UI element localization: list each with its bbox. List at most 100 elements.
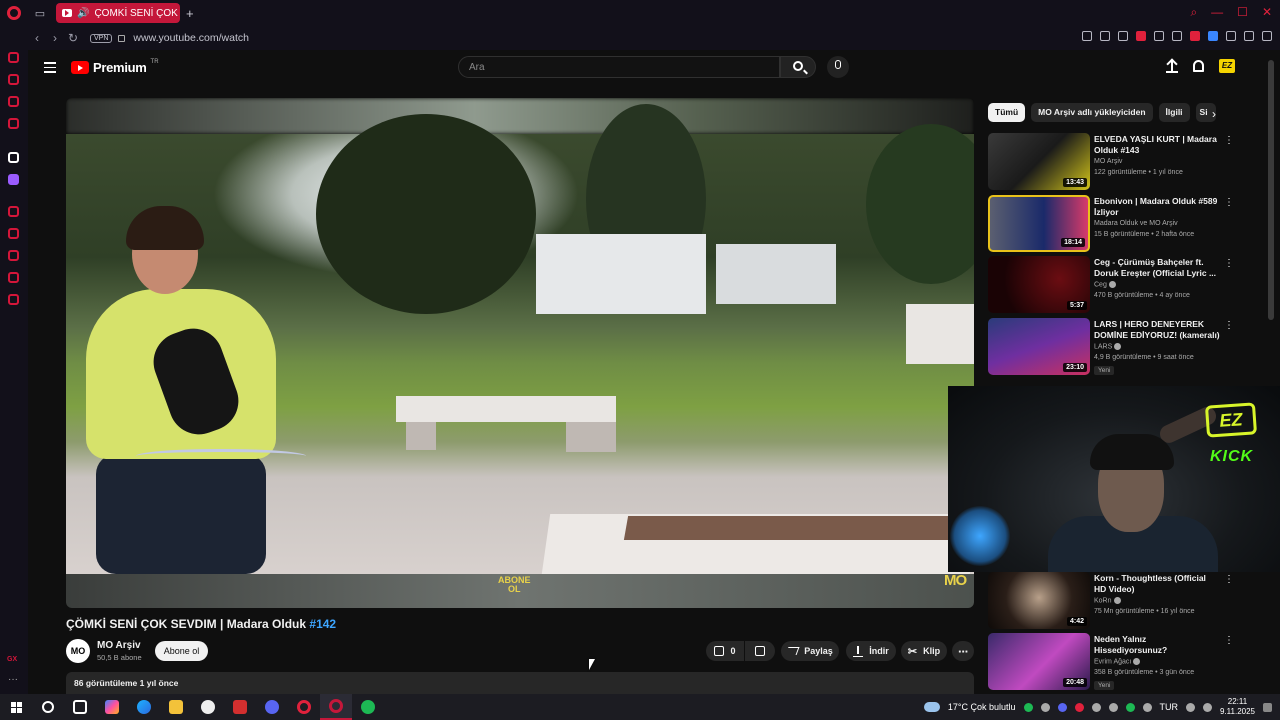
sidebar-settings-icon[interactable]	[8, 294, 19, 305]
page-scrollbar[interactable]	[1268, 60, 1274, 320]
tray-app-icon[interactable]	[1091, 702, 1101, 712]
search-tabs-icon[interactable]: ⌕	[1190, 5, 1197, 20]
extensions-icon[interactable]	[1226, 31, 1236, 41]
menu-icon[interactable]	[1262, 31, 1272, 41]
minimize-button[interactable]: —	[1211, 5, 1223, 20]
download-icon[interactable]	[1244, 31, 1254, 41]
download-button[interactable]: İndir	[846, 641, 896, 661]
opera-icon[interactable]	[288, 694, 320, 720]
clock[interactable]: 22:11 9.11.2025	[1220, 697, 1255, 717]
notifications-bell-icon[interactable]	[1193, 60, 1204, 72]
file-explorer-icon[interactable]	[160, 694, 192, 720]
tray-nvidia-icon[interactable]	[1125, 702, 1135, 712]
new-tab-button[interactable]: +	[186, 6, 194, 21]
more-actions-button[interactable]: ···	[952, 641, 974, 661]
cloud-icon[interactable]	[923, 702, 940, 712]
search-input[interactable]	[459, 57, 779, 78]
recommendation-item[interactable]: 5:37 Ceg - Çürümüş Bahçeler ft. Doruk Er…	[988, 256, 1238, 314]
gx-logo-icon[interactable]: GX	[7, 656, 17, 663]
recommendation-channel[interactable]: Evrim Ağacı	[1094, 658, 1131, 665]
sidebar-news-icon[interactable]	[8, 118, 19, 129]
pin-icon[interactable]	[1100, 31, 1110, 41]
steam-icon[interactable]	[192, 694, 224, 720]
more-vertical-icon[interactable]: ⋮	[1224, 197, 1234, 208]
recommendation-thumbnail[interactable]: 4:42	[988, 572, 1090, 629]
opera-gx-icon[interactable]	[320, 694, 352, 720]
share-button[interactable]: Paylaş	[781, 641, 839, 661]
subscribe-button[interactable]: Abone ol	[155, 641, 208, 661]
opera-logo-icon[interactable]	[0, 0, 28, 26]
recommendation-title[interactable]: Ebonivon | Madara Olduk #589 İzliyor	[1094, 196, 1220, 218]
more-vertical-icon[interactable]: ⋮	[1224, 135, 1234, 146]
like-button[interactable]: 0	[706, 641, 744, 661]
recommendation-channel[interactable]: Madara Olduk ve MO Arşiv	[1094, 220, 1178, 227]
more-vertical-icon[interactable]: ⋮	[1224, 258, 1234, 269]
channel-name[interactable]: MO Arşiv	[97, 640, 141, 651]
sidebar-bag-icon[interactable]	[8, 74, 19, 85]
channel-avatar[interactable]: MO	[66, 639, 90, 663]
task-view-icon[interactable]	[64, 694, 96, 720]
volume-icon[interactable]	[1203, 702, 1212, 712]
speaker-icon[interactable]: 🔊	[77, 8, 89, 19]
recommendation-item[interactable]: 20:48 Neden Yalnız Hissediyorsunuz? Evri…	[988, 633, 1238, 691]
hamburger-menu-icon[interactable]	[44, 62, 56, 76]
zoom-icon[interactable]	[1082, 31, 1092, 41]
recommendation-title[interactable]: LARS | HERO DENEYEREK DOMİNE EDİYORUZ! (…	[1094, 319, 1220, 341]
upload-icon[interactable]	[1166, 59, 1178, 73]
translate-icon[interactable]	[1208, 31, 1218, 41]
maximize-button[interactable]: ☐	[1237, 5, 1248, 20]
recommendation-title[interactable]: Ceg - Çürümüş Bahçeler ft. Doruk Ereşter…	[1094, 257, 1220, 279]
sidebar-twitch-icon[interactable]	[8, 174, 19, 185]
spotify-icon[interactable]	[352, 694, 384, 720]
copilot-icon[interactable]	[96, 694, 128, 720]
recommendation-thumbnail[interactable]: 13:43	[988, 133, 1090, 190]
tray-discord-icon[interactable]	[1057, 702, 1067, 712]
chip-from-uploader[interactable]: MO Arşiv adlı yükleyiciden	[1031, 103, 1153, 122]
forward-icon[interactable]: ›	[46, 31, 64, 45]
voicemod-icon[interactable]	[224, 694, 256, 720]
tab-island-icon[interactable]: ▭	[28, 7, 52, 20]
clip-button[interactable]: ✂ Klip	[901, 641, 947, 661]
more-vertical-icon[interactable]: ⋮	[1224, 320, 1234, 331]
video-hashtag[interactable]: #142	[309, 617, 336, 631]
recommendation-title[interactable]: Korn - Thoughtless (Official HD Video)	[1094, 573, 1220, 595]
lock-icon[interactable]	[118, 34, 126, 42]
recommendation-item[interactable]: 23:10 LARS | HERO DENEYEREK DOMİNE EDİYO…	[988, 318, 1238, 382]
reload-icon[interactable]: ↻	[64, 31, 82, 45]
sidebar-history-icon[interactable]	[8, 250, 19, 261]
youtube-logo[interactable]: Premium TR	[71, 59, 159, 75]
chip-all[interactable]: Tümü	[988, 103, 1026, 122]
chip-related[interactable]: İlgili	[1158, 103, 1190, 122]
browser-tab-active[interactable]: 🔊 ÇOMKİ SENİ ÇOK SEV	[56, 3, 180, 23]
search-button[interactable]	[780, 56, 816, 78]
recommendation-channel[interactable]: Ceg	[1094, 281, 1107, 288]
play-icon[interactable]	[1154, 31, 1164, 41]
network-icon[interactable]	[1186, 702, 1195, 712]
sidebar-bookmarks-icon[interactable]	[8, 228, 19, 239]
sidebar-aria-icon[interactable]	[8, 152, 19, 163]
channel-watermark[interactable]: MO	[944, 572, 967, 589]
more-vertical-icon[interactable]: ⋮	[1224, 635, 1234, 646]
language-indicator[interactable]: TUR	[1160, 702, 1179, 712]
tray-opera-icon[interactable]	[1074, 702, 1084, 712]
snapshot-icon[interactable]	[1118, 31, 1128, 41]
recommendation-thumbnail[interactable]: 18:14	[988, 195, 1090, 252]
recommendation-item[interactable]: 4:42 Korn - Thoughtless (Official HD Vid…	[988, 572, 1238, 630]
taskbar-search-icon[interactable]	[32, 694, 64, 720]
back-icon[interactable]: ‹	[28, 31, 46, 45]
sidebar-player-icon[interactable]	[8, 206, 19, 217]
discord-icon[interactable]	[256, 694, 288, 720]
recommendation-channel[interactable]: KoRn	[1094, 597, 1112, 604]
description-box[interactable]: 86 görüntüleme 1 yıl önce	[66, 672, 974, 694]
tray-overflow-icon[interactable]	[1142, 702, 1152, 712]
tray-steam-icon[interactable]	[1040, 702, 1050, 712]
start-button[interactable]	[0, 694, 32, 720]
notification-center-icon[interactable]	[1263, 702, 1272, 712]
chevron-right-icon[interactable]: ›	[1212, 107, 1216, 121]
tray-spotify-icon[interactable]	[1023, 702, 1033, 712]
recommendation-item[interactable]: 18:14 Ebonivon | Madara Olduk #589 İzliy…	[988, 195, 1238, 253]
music-icon[interactable]	[1190, 31, 1200, 41]
sidebar-more-icon[interactable]: ···	[8, 674, 18, 685]
url-field[interactable]: www.youtube.com/watch	[133, 32, 249, 44]
dislike-button[interactable]	[745, 641, 775, 661]
